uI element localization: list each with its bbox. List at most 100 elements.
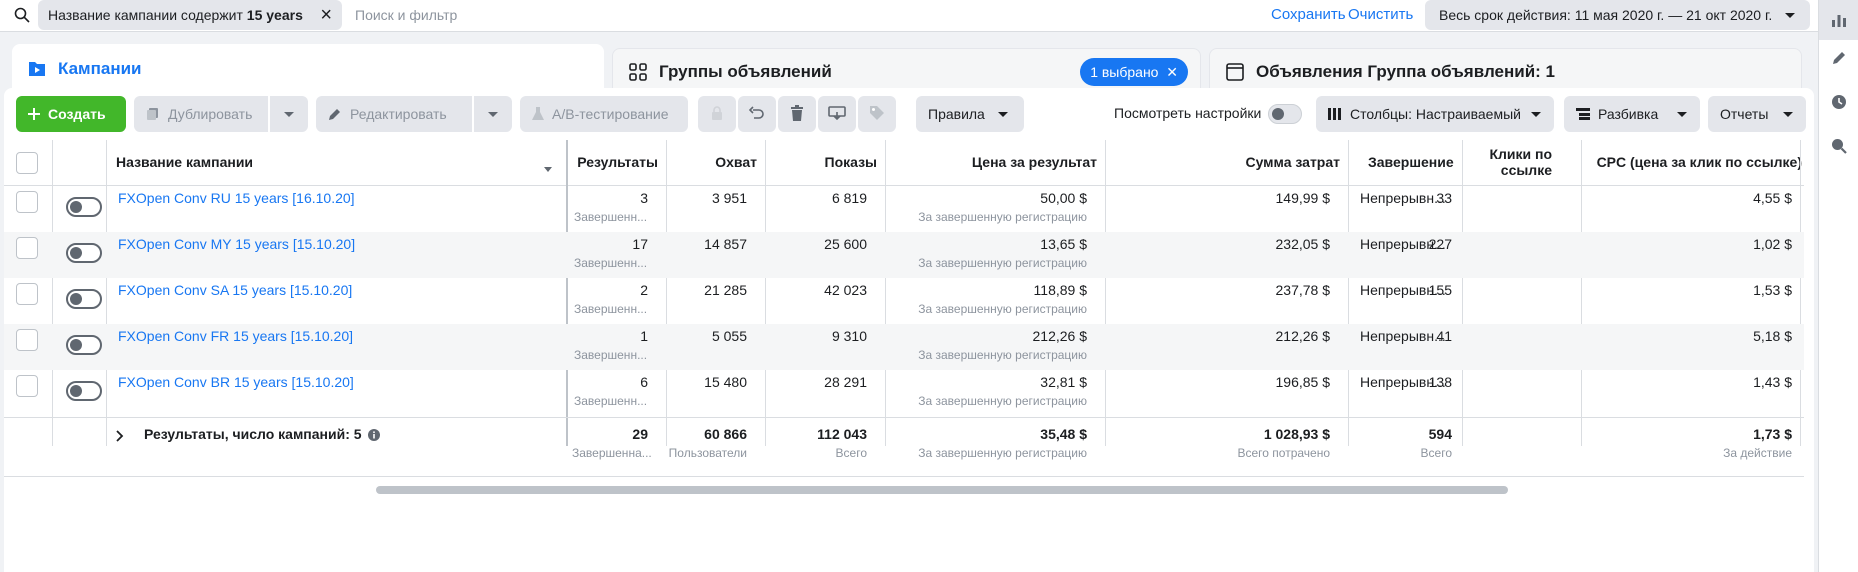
lock-button[interactable]	[698, 96, 736, 132]
chevron-right-icon[interactable]	[116, 429, 124, 445]
column-header-impressions[interactable]: Показы	[825, 154, 878, 170]
table-row[interactable]: FXOpen Conv MY 15 years [15.10.20] 17 За…	[4, 232, 1804, 278]
close-icon[interactable]: ✕	[1166, 64, 1178, 81]
campaign-toggle[interactable]	[66, 381, 102, 401]
ab-test-button-label: A/B-тестирование	[552, 106, 669, 122]
column-header-results[interactable]: Результаты	[577, 154, 658, 170]
duplicate-button[interactable]: Дублировать	[134, 96, 268, 132]
selected-badge[interactable]: 1 выбрано ✕	[1080, 58, 1188, 86]
table-row[interactable]: FXOpen Conv SA 15 years [15.10.20] 2 Зав…	[4, 278, 1804, 324]
cost-per-result-value: 32,81 $	[1040, 374, 1087, 390]
campaign-toggle[interactable]	[66, 289, 102, 309]
pencil-icon[interactable]	[1827, 46, 1851, 70]
breakdown-button[interactable]: Разбивка	[1564, 96, 1700, 132]
reports-button[interactable]: Отчеты	[1708, 96, 1806, 132]
campaign-toggle[interactable]	[66, 197, 102, 217]
table-row[interactable]: FXOpen Conv RU 15 years [16.10.20] 3 Зав…	[4, 186, 1804, 232]
impressions-value: 6 819	[831, 190, 867, 206]
tag-button[interactable]	[858, 96, 896, 132]
campaign-name-link[interactable]: FXOpen Conv BR 15 years [15.10.20]	[118, 374, 354, 390]
link-clicks-value: 41	[1436, 328, 1452, 344]
filter-chip-value: 15 years	[246, 7, 303, 23]
reach-value: 14 857	[704, 236, 747, 252]
campaign-toggle[interactable]	[66, 335, 102, 355]
results-value: 1	[640, 328, 648, 344]
totals-impressions: 112 043	[817, 426, 867, 442]
row-checkbox[interactable]	[16, 191, 38, 213]
info-icon[interactable]	[368, 428, 380, 444]
cost-per-result-sub: За завершенную регистрацию	[918, 302, 1087, 316]
toggle-knob	[70, 385, 82, 397]
campaigns-panel: Создать Дублировать Редактировать A/B-те…	[4, 88, 1814, 572]
amount-spent-value: 149,99 $	[1275, 190, 1331, 206]
column-header-cpc[interactable]: CPC (цена за клик по ссылке)	[1597, 154, 1802, 170]
filter-chip[interactable]: Название кампании содержит 15 years ×	[38, 0, 342, 30]
tab-campaigns[interactable]: Кампании	[12, 44, 604, 94]
undo-button[interactable]	[738, 96, 776, 132]
edit-button[interactable]: Редактировать	[316, 96, 472, 132]
impressions-value: 28 291	[824, 374, 867, 390]
duplicate-dropdown[interactable]	[270, 96, 308, 132]
results-value: 17	[632, 236, 648, 252]
zoom-icon[interactable]	[1827, 134, 1851, 158]
table-row[interactable]: FXOpen Conv FR 15 years [15.10.20] 1 Зав…	[4, 324, 1804, 370]
row-checkbox[interactable]	[16, 237, 38, 259]
campaign-toggle[interactable]	[66, 243, 102, 263]
search-icon[interactable]	[14, 7, 30, 23]
campaign-name-link[interactable]: FXOpen Conv RU 15 years [16.10.20]	[118, 190, 355, 206]
amount-spent-value: 212,26 $	[1275, 328, 1331, 344]
horizontal-scrollbar[interactable]	[376, 486, 1508, 494]
campaign-name-link[interactable]: FXOpen Conv FR 15 years [15.10.20]	[118, 328, 353, 344]
chevron-down-icon	[1784, 7, 1796, 23]
save-link[interactable]: Сохранить	[1271, 6, 1346, 23]
totals-reach: 60 866	[704, 426, 747, 442]
breakdown-button-label: Разбивка	[1598, 106, 1659, 122]
sort-icon[interactable]	[544, 160, 552, 176]
column-header-link-clicks[interactable]: Клики по ссылке	[1452, 146, 1552, 178]
chevron-down-icon	[997, 106, 1009, 122]
ends-value: Непрерывн...	[1360, 328, 1446, 344]
ad-window-icon	[1224, 61, 1246, 83]
lock-icon	[711, 105, 723, 123]
totals-results-sub: Завершенна...	[572, 446, 652, 460]
date-range-picker[interactable]: Весь срок действия: 11 мая 2020 г. — 21 …	[1425, 0, 1810, 30]
cpc-value: 1,02 $	[1753, 236, 1792, 252]
clock-icon[interactable]	[1827, 90, 1851, 114]
row-checkbox[interactable]	[16, 329, 38, 351]
view-settings-toggle[interactable]	[1268, 104, 1302, 124]
row-checkbox[interactable]	[16, 375, 38, 397]
search-input[interactable]: Поиск и фильтр	[355, 7, 457, 23]
row-checkbox[interactable]	[16, 283, 38, 305]
campaigns-table: Название кампании Результаты Охват Показ…	[4, 140, 1814, 477]
close-icon[interactable]: ×	[320, 5, 332, 25]
campaign-name-link[interactable]: FXOpen Conv MY 15 years [15.10.20]	[118, 236, 355, 252]
link-clicks-value: 138	[1428, 374, 1452, 390]
amount-spent-value: 237,78 $	[1275, 282, 1331, 298]
column-header-amount-spent[interactable]: Сумма затрат	[1245, 154, 1340, 170]
ab-test-button[interactable]: A/B-тестирование	[520, 96, 688, 132]
columns-icon	[1328, 108, 1342, 120]
column-header-name[interactable]: Название кампании	[116, 154, 253, 170]
columns-button[interactable]: Столбцы: Настраиваемый	[1316, 96, 1554, 132]
selected-badge-label: 1 выбрано	[1090, 64, 1159, 80]
rules-button[interactable]: Правила	[916, 96, 1024, 132]
tab-adsets-label: Группы объявлений	[659, 61, 832, 81]
campaign-name-link[interactable]: FXOpen Conv SA 15 years [15.10.20]	[118, 282, 352, 298]
column-header-ends[interactable]: Завершение	[1368, 154, 1454, 170]
edit-dropdown[interactable]	[474, 96, 512, 132]
table-row[interactable]: FXOpen Conv BR 15 years [15.10.20] 6 Зав…	[4, 370, 1804, 416]
tag-icon	[869, 105, 885, 124]
create-button[interactable]: Создать	[16, 96, 126, 132]
delete-button[interactable]	[778, 96, 816, 132]
export-button[interactable]	[818, 96, 856, 132]
cpc-value: 1,43 $	[1753, 374, 1792, 390]
clear-link[interactable]: Очистить	[1348, 6, 1413, 23]
select-all-checkbox[interactable]	[16, 152, 38, 174]
results-value: 3	[640, 190, 648, 206]
results-value: 6	[640, 374, 648, 390]
column-header-reach[interactable]: Охват	[715, 154, 757, 170]
bar-chart-icon[interactable]	[1827, 8, 1851, 32]
column-header-cost-per-result[interactable]: Цена за результат	[972, 154, 1097, 170]
results-sub: Завершенн...	[574, 302, 648, 316]
toggle-knob	[70, 339, 82, 351]
